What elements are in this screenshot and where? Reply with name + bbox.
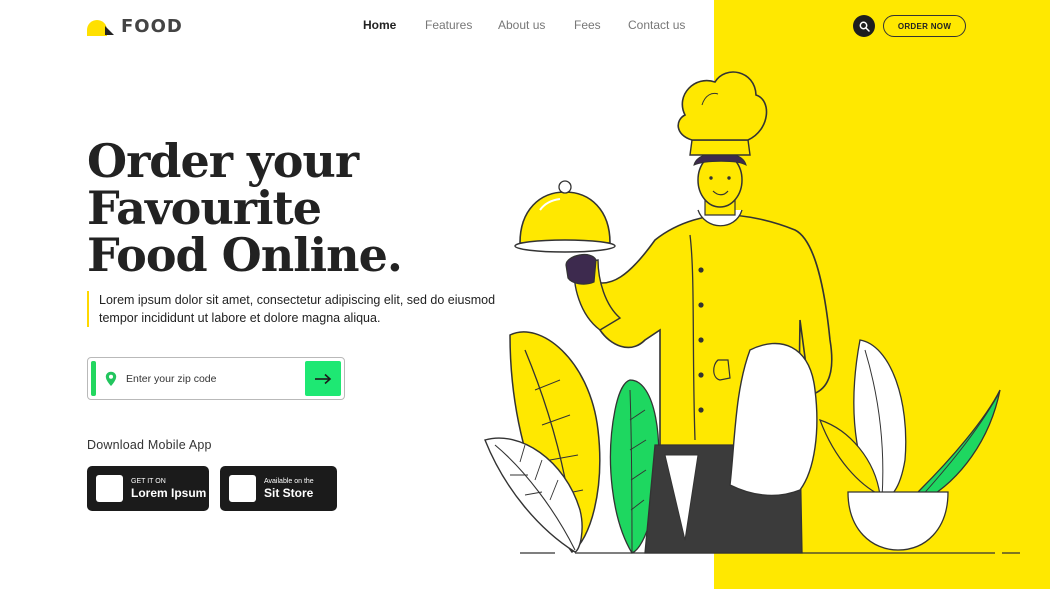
hero-description: Lorem ipsum dolor sit amet, consectetur … xyxy=(87,291,507,327)
logo-mark-icon xyxy=(87,16,115,36)
nav-fees[interactable]: Fees xyxy=(574,18,601,32)
store-name: Sit Store xyxy=(264,486,314,500)
headline-line-1: Order your xyxy=(87,134,359,188)
hero-headline: Order your Favourite Food Online. xyxy=(87,138,487,279)
zip-submit-button[interactable] xyxy=(305,361,341,396)
order-now-button[interactable]: ORDER NOW xyxy=(883,15,966,37)
store-caption: GET IT ON xyxy=(131,478,166,485)
arrow-right-icon xyxy=(315,373,332,384)
nav-contact-us[interactable]: Contact us xyxy=(628,18,685,32)
store-name: Lorem Ipsum xyxy=(131,486,207,500)
headline-line-2: Favourite xyxy=(87,181,322,235)
nav-home[interactable]: Home xyxy=(363,18,396,32)
zip-accent-bar xyxy=(91,361,96,396)
store-button-lorem-ipsum[interactable]: GET IT ON Lorem Ipsum xyxy=(87,466,209,511)
store-button-sit-store[interactable]: Available on the Sit Store xyxy=(220,466,337,511)
search-button[interactable] xyxy=(853,15,875,37)
zip-code-input[interactable] xyxy=(126,370,296,388)
download-app-label: Download Mobile App xyxy=(87,438,212,452)
location-pin-icon xyxy=(105,371,117,386)
store-logo-icon xyxy=(229,475,256,502)
logo-text: FOOD xyxy=(121,15,183,37)
search-icon xyxy=(859,21,870,32)
headline-line-3: Food Online. xyxy=(87,228,403,282)
nav-features[interactable]: Features xyxy=(425,18,472,32)
logo[interactable]: FOOD xyxy=(87,14,183,38)
chef-holding-cloche-illustration xyxy=(484,71,1020,554)
store-caption: Available on the xyxy=(264,478,314,485)
store-logo-icon xyxy=(96,475,123,502)
nav-about-us[interactable]: About us xyxy=(498,18,545,32)
zip-search-box xyxy=(87,357,345,400)
